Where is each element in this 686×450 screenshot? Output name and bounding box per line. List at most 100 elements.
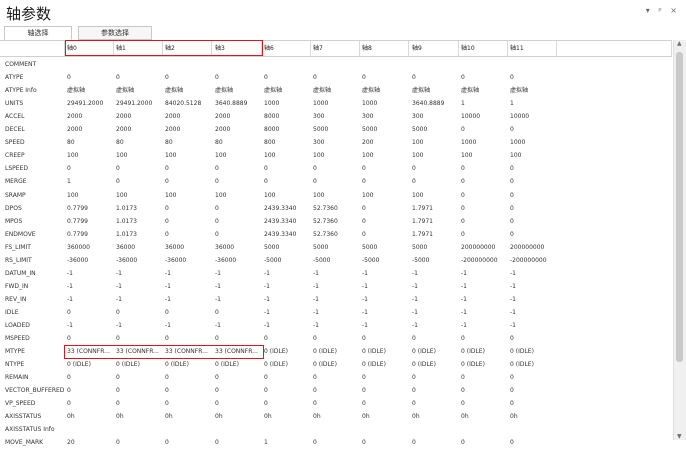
table-cell[interactable]: 0 [163, 202, 212, 215]
table-cell[interactable]: 0 [459, 436, 508, 449]
table-row[interactable]: IDLE 0 0 0 0 -1 -1 -1 -1 -1 -1 [0, 306, 672, 319]
table-row[interactable]: ENDMOVE 0.7799 1.0173 0 0 2439.3340 52.7360 0 1.… [0, 228, 672, 241]
table-cell[interactable]: 29491.2000 [114, 97, 163, 110]
table-cell[interactable]: 1 [508, 97, 557, 110]
table-cell[interactable]: 0 [508, 215, 557, 228]
table-cell[interactable]: 0 [65, 162, 114, 175]
table-cell[interactable] [163, 58, 212, 71]
table-cell[interactable]: 0 [459, 202, 508, 215]
table-cell[interactable]: 0 [459, 162, 508, 175]
table-cell[interactable]: 0 (IDLE) [360, 345, 409, 358]
table-cell[interactable]: 0 [410, 384, 459, 397]
table-cell[interactable]: 100 [213, 149, 262, 162]
table-cell[interactable]: 0 [213, 71, 262, 84]
table-cell[interactable]: 100 [114, 189, 163, 202]
table-cell[interactable]: 84020.5128 [163, 97, 212, 110]
table-cell[interactable]: 2000 [213, 110, 262, 123]
column-header-axis[interactable]: 轴3 [213, 41, 262, 56]
table-cell[interactable]: 0 [65, 71, 114, 84]
table-cell[interactable]: 0h [262, 410, 311, 423]
table-cell[interactable] [213, 423, 262, 436]
table-cell[interactable]: 0 [65, 384, 114, 397]
column-header-axis[interactable]: 轴0 [65, 41, 114, 56]
table-cell[interactable]: 100 [213, 189, 262, 202]
table-cell[interactable]: -1 [410, 319, 459, 332]
table-cell[interactable]: 0 [410, 162, 459, 175]
table-cell[interactable]: 100 [65, 189, 114, 202]
table-cell[interactable]: -1 [163, 280, 212, 293]
table-cell[interactable]: -1 [163, 293, 212, 306]
table-cell[interactable]: 80 [65, 136, 114, 149]
table-cell[interactable]: 1000 [459, 136, 508, 149]
table-cell[interactable]: 0 [262, 71, 311, 84]
table-row[interactable]: SRAMP 100 100 100 100 100 100 100 100 0 0 [0, 189, 672, 202]
table-cell[interactable]: 0h [360, 410, 409, 423]
table-cell[interactable]: 0 [163, 175, 212, 188]
table-cell[interactable]: 0h [65, 410, 114, 423]
table-cell[interactable]: 0 [213, 306, 262, 319]
table-cell[interactable]: 2000 [114, 123, 163, 136]
table-cell[interactable]: 5000 [360, 241, 409, 254]
table-cell[interactable]: 0 [65, 306, 114, 319]
table-cell[interactable]: 0 [311, 436, 360, 449]
table-cell[interactable]: 1.0173 [114, 228, 163, 241]
table-cell[interactable] [114, 423, 163, 436]
table-cell[interactable]: 300 [360, 110, 409, 123]
table-cell[interactable]: -1 [114, 293, 163, 306]
table-cell[interactable]: -1 [311, 293, 360, 306]
table-cell[interactable]: 0 [508, 371, 557, 384]
table-cell[interactable]: 2000 [163, 110, 212, 123]
table-cell[interactable]: 0 [508, 123, 557, 136]
table-cell[interactable]: -5000 [262, 254, 311, 267]
table-row[interactable]: MPOS 0.7799 1.0173 0 0 2439.3340 52.7360 0 1.797… [0, 215, 672, 228]
table-cell[interactable]: 33 (CONNFR... [163, 345, 212, 358]
table-cell[interactable]: -1 [262, 280, 311, 293]
table-cell[interactable]: 0 (IDLE) [311, 345, 360, 358]
table-cell[interactable]: 0 (IDLE) [508, 345, 557, 358]
table-cell[interactable]: 0 [213, 384, 262, 397]
table-cell[interactable]: 0h [508, 410, 557, 423]
table-cell[interactable]: 0 [360, 162, 409, 175]
table-cell[interactable]: 100 [163, 149, 212, 162]
table-row[interactable]: MSPEED 0 0 0 0 0 0 0 0 0 0 [0, 332, 672, 345]
table-cell[interactable]: 0 [508, 175, 557, 188]
table-cell[interactable]: 0 [65, 371, 114, 384]
table-cell[interactable]: 300 [311, 110, 360, 123]
table-row[interactable]: MTYPE 33 (CONNFR... 33 (CONNFR... 33 (CONNF… [0, 345, 672, 358]
table-cell[interactable]: -1 [213, 293, 262, 306]
table-cell[interactable]: 0 [508, 332, 557, 345]
table-cell[interactable]: 100 [360, 189, 409, 202]
column-header-axis[interactable]: 轴8 [360, 41, 409, 56]
table-row[interactable]: UNITS 29491.2000 29491.2000 84020.5128 3640.… [0, 97, 672, 110]
table-cell[interactable]: 300 [311, 136, 360, 149]
table-cell[interactable]: 0 [114, 332, 163, 345]
table-cell[interactable]: -1 [508, 293, 557, 306]
table-cell[interactable]: 8000 [262, 110, 311, 123]
table-cell[interactable]: 1000 [262, 97, 311, 110]
table-cell[interactable]: 0 [508, 397, 557, 410]
table-cell[interactable]: 1 [65, 175, 114, 188]
table-cell[interactable]: 0 [311, 71, 360, 84]
table-row[interactable]: FWD_IN -1 -1 -1 -1 -1 -1 -1 -1 -1 -1 [0, 280, 672, 293]
table-cell[interactable]: 10000 [459, 110, 508, 123]
table-cell[interactable] [65, 423, 114, 436]
table-cell[interactable] [360, 423, 409, 436]
table-cell[interactable]: 0 [360, 215, 409, 228]
table-cell[interactable]: 1.7971 [410, 215, 459, 228]
table-cell[interactable]: 0 [311, 384, 360, 397]
table-cell[interactable]: 0 [360, 175, 409, 188]
table-cell[interactable]: 0 [459, 397, 508, 410]
column-header-axis[interactable]: 轴2 [163, 41, 212, 56]
table-cell[interactable]: 2000 [163, 123, 212, 136]
table-cell[interactable]: 0 [213, 202, 262, 215]
table-cell[interactable] [311, 423, 360, 436]
table-cell[interactable]: -1 [65, 267, 114, 280]
table-cell[interactable]: 100 [311, 189, 360, 202]
table-cell[interactable]: 0 [459, 175, 508, 188]
table-cell[interactable]: 虚拟轴 [508, 84, 557, 97]
table-cell[interactable]: -1 [311, 306, 360, 319]
table-row[interactable]: VECTOR_BUFFERED 0 0 0 0 0 0 0 0 0 0 [0, 384, 672, 397]
table-cell[interactable]: 0 [163, 371, 212, 384]
table-cell[interactable]: -1 [459, 306, 508, 319]
table-cell[interactable]: 0 [262, 371, 311, 384]
